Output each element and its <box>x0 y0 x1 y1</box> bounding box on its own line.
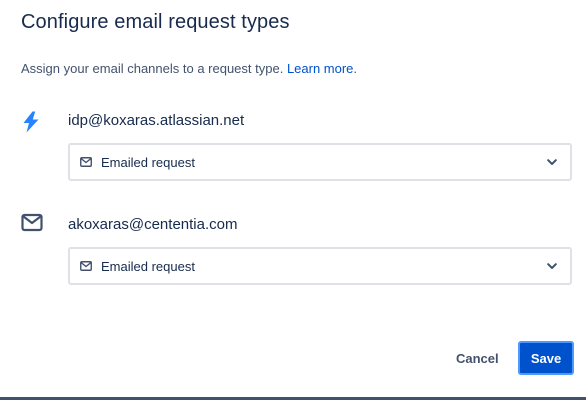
select-value: Emailed request <box>101 258 195 274</box>
learn-more-link[interactable]: Learn more <box>287 61 353 76</box>
select-value: Emailed request <box>101 154 195 170</box>
chevron-down-icon <box>544 258 560 274</box>
envelope-icon <box>80 260 92 272</box>
subtitle-period: . <box>353 61 358 76</box>
lightning-bolt-icon <box>19 110 43 134</box>
dialog-title: Configure email request types <box>21 11 290 33</box>
envelope-icon <box>20 211 44 235</box>
request-type-select[interactable]: Emailed request <box>68 247 572 285</box>
chevron-down-icon <box>544 154 560 170</box>
dialog-subtitle: Assign your email channels to a request … <box>21 61 357 76</box>
cancel-button[interactable]: Cancel <box>446 342 509 374</box>
request-type-select[interactable]: Emailed request <box>68 143 572 181</box>
subtitle-text: Assign your email channels to a request … <box>21 61 284 76</box>
channel-address: akoxaras@cententia.com <box>68 216 238 233</box>
envelope-icon <box>80 156 92 168</box>
channel-address: idp@koxaras.atlassian.net <box>68 112 245 129</box>
configure-email-dialog: Configure email request types Assign you… <box>0 0 586 400</box>
save-button[interactable]: Save <box>518 341 574 375</box>
